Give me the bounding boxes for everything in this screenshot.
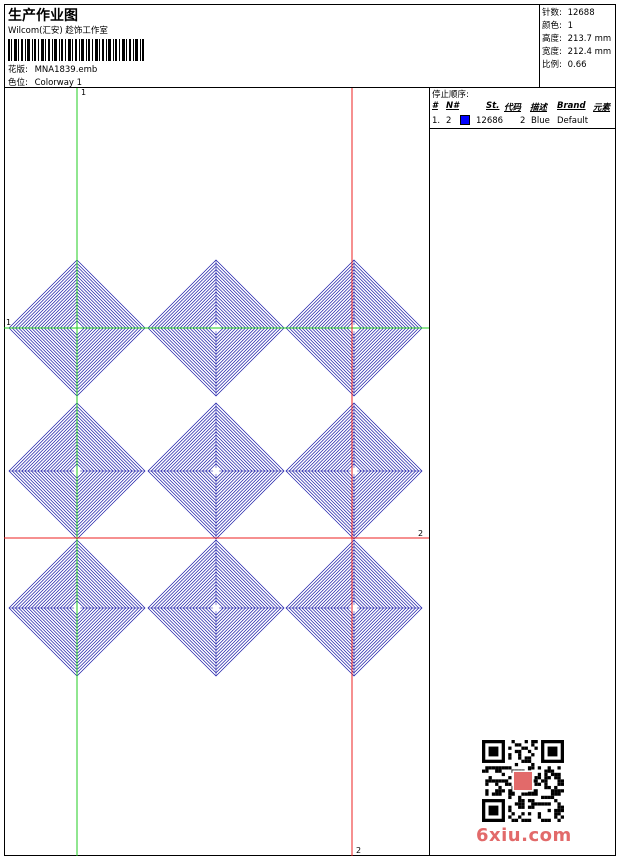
diamond-motif bbox=[147, 402, 285, 540]
stat-label: 针数: bbox=[542, 8, 562, 18]
colorway-label: 色位: bbox=[8, 78, 28, 88]
green-axis-label-top: 1 bbox=[81, 88, 87, 97]
col-header-element: 元素 bbox=[593, 103, 611, 113]
sequence-title: 停止顺序: bbox=[432, 90, 469, 100]
col-header-desc: 描述 bbox=[530, 103, 548, 113]
company-name: Wilcom(汇安) 趁饰工作室 bbox=[8, 26, 108, 36]
green-axis-label-left: 1 bbox=[6, 318, 12, 327]
row-code: 2 bbox=[520, 116, 526, 126]
col-header-index: # bbox=[432, 101, 438, 111]
design-info: 花版: MNA1839.emb bbox=[8, 63, 97, 75]
col-header-code: 代码 bbox=[504, 103, 522, 113]
barcode bbox=[8, 39, 144, 61]
col-header-stitches: St. bbox=[486, 101, 500, 111]
stat-width: 宽度: 212.4 mm bbox=[542, 45, 611, 57]
stat-value: 12688 bbox=[567, 8, 595, 18]
diamond-motif bbox=[285, 402, 423, 540]
stat-value: 213.7 mm bbox=[567, 34, 612, 44]
stat-label: 宽度: bbox=[542, 47, 562, 57]
diamond-motif bbox=[285, 539, 423, 677]
colorway-info: 色位: Colorway 1 bbox=[8, 76, 82, 88]
design-value: MNA1839.emb bbox=[34, 65, 98, 75]
sequence-divider bbox=[430, 128, 616, 129]
design-canvas: 1 1 2 2 bbox=[4, 88, 430, 856]
embroidery-preview bbox=[4, 88, 429, 856]
col-header-brand: Brand bbox=[557, 101, 586, 111]
colorway-value: Colorway 1 bbox=[34, 78, 83, 88]
header-panel: 生产作业图 Wilcom(汇安) 趁饰工作室 花版: MNA1839.emb 色… bbox=[4, 4, 540, 88]
watermark: 6xiu.com bbox=[476, 825, 572, 846]
stat-height: 高度: 213.7 mm bbox=[542, 32, 611, 44]
red-axis-label-bottom: 2 bbox=[356, 846, 362, 855]
row-desc: Blue bbox=[531, 116, 550, 126]
stitch-pattern bbox=[8, 259, 423, 677]
stat-label: 高度: bbox=[542, 34, 562, 44]
stat-colors: 颜色: 1 bbox=[542, 19, 573, 31]
row-stitches: 12686 bbox=[476, 116, 504, 126]
stat-value: 212.4 mm bbox=[567, 47, 612, 57]
stat-value: 1 bbox=[567, 21, 573, 31]
stats-panel: 针数: 12688 颜色: 1 高度: 213.7 mm 宽度: 212.4 m… bbox=[540, 4, 616, 88]
row-index: 1. bbox=[432, 116, 441, 126]
stat-label: 比例: bbox=[542, 60, 562, 70]
stat-stitches: 针数: 12688 bbox=[542, 6, 595, 18]
diamond-motif bbox=[147, 539, 285, 677]
row-brand: Default bbox=[557, 116, 589, 126]
stat-label: 颜色: bbox=[542, 21, 562, 31]
color-swatch bbox=[460, 115, 470, 125]
row-needle: 2 bbox=[446, 116, 452, 126]
red-axis-label-right: 2 bbox=[418, 529, 424, 538]
col-header-needle: N# bbox=[446, 101, 460, 111]
stop-sequence-panel: 停止顺序: # N# St. 代码 描述 Brand 元素 1. 2 12686… bbox=[430, 88, 616, 856]
qr-code bbox=[482, 740, 564, 822]
stat-scale: 比例: 0.66 bbox=[542, 58, 587, 70]
page-title: 生产作业图 bbox=[8, 8, 78, 24]
design-label: 花版: bbox=[8, 65, 28, 75]
stat-value: 0.66 bbox=[567, 60, 587, 70]
